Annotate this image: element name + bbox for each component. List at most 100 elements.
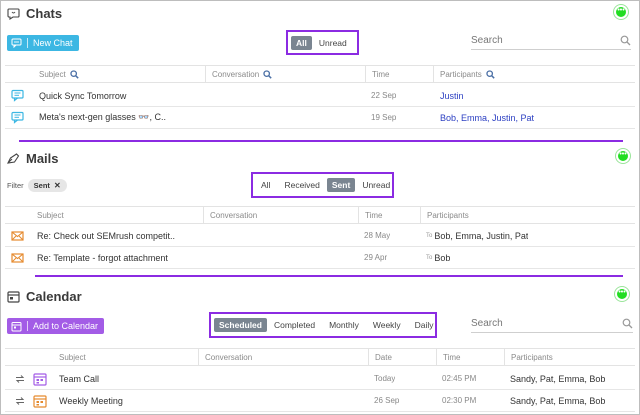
column-label: Participants xyxy=(511,352,553,362)
column-label: Participants xyxy=(427,210,469,220)
mails-tab-received[interactable]: Received xyxy=(279,178,324,192)
filter-label: Filter xyxy=(7,181,24,190)
table-row[interactable]: Re: Check out SEMrush competit.. 28 May … xyxy=(5,225,635,247)
column-label: Conversation xyxy=(210,210,258,220)
chat-message-icon xyxy=(11,107,24,128)
chats-search-input[interactable] xyxy=(471,35,591,46)
chat-message-icon xyxy=(11,85,24,106)
row-subject: Weekly Meeting xyxy=(59,395,123,406)
column-label: Subject xyxy=(59,352,86,362)
filter-chip-sent[interactable]: Sent ✕ xyxy=(27,179,67,192)
recurring-icon xyxy=(15,368,25,389)
mails-col-conversation: Conversation xyxy=(203,207,358,223)
chats-col-time: Time xyxy=(365,66,433,82)
chats-col-conversation: Conversation xyxy=(205,66,365,82)
mail-sent-icon xyxy=(11,247,24,268)
section-divider xyxy=(19,140,623,142)
chats-tab-all[interactable]: All xyxy=(291,35,312,50)
calendar-tab-scheduled[interactable]: Scheduled xyxy=(214,318,267,332)
close-icon[interactable]: ✕ xyxy=(54,181,61,190)
row-date: Today xyxy=(374,374,396,383)
calendar-event-icon xyxy=(33,368,47,389)
table-row[interactable]: Team Call Today 02:45 PM Sandy, Pat, Emm… xyxy=(5,368,635,390)
row-subject: Quick Sync Tomorrow xyxy=(39,90,127,101)
row-participants: To Bob xyxy=(426,247,450,268)
chats-more-options-icon[interactable]: ••• xyxy=(614,5,628,19)
mails-tab-unread[interactable]: Unread xyxy=(357,178,395,192)
calendar-event-icon xyxy=(33,390,47,411)
add-to-calendar-button[interactable]: Add to Calendar xyxy=(7,318,105,334)
search-icon[interactable] xyxy=(263,69,272,79)
column-label: Participants xyxy=(440,69,482,79)
chats-col-participants: Participants xyxy=(433,66,633,82)
chats-section-title: Chats xyxy=(7,6,62,21)
chats-title: Chats xyxy=(26,6,63,21)
chat-bubble-icon xyxy=(7,8,20,20)
table-row[interactable]: Re: Template - forgot attachment 29 Apr … xyxy=(5,247,635,269)
calendar-add-icon xyxy=(11,321,22,331)
button-separator xyxy=(27,321,28,331)
calendar-tab-daily[interactable]: Daily xyxy=(410,318,439,332)
calendar-col-conversation: Conversation xyxy=(198,349,368,365)
filter-chip-label: Sent xyxy=(33,181,50,190)
to-label: To xyxy=(426,232,433,239)
row-participants[interactable]: Justin xyxy=(440,85,464,106)
column-label: Time xyxy=(365,210,383,220)
calendar-search-input[interactable] xyxy=(471,318,591,329)
calendar-tab-completed[interactable]: Completed xyxy=(269,318,320,332)
row-conversation xyxy=(211,107,361,128)
calendar-icon xyxy=(7,291,20,303)
row-participants: Sandy, Pat, Emma, Bob xyxy=(510,395,606,406)
table-row[interactable]: Meta's next-gen glasses 👓, C.. 19 Sep Bo… xyxy=(5,107,635,129)
table-row[interactable]: Quick Sync Tomorrow 22 Sep Justin xyxy=(5,85,635,107)
calendar-more-options-icon[interactable]: ••• xyxy=(615,287,629,301)
add-to-calendar-label: Add to Calendar xyxy=(33,321,99,331)
row-conversation xyxy=(204,390,364,411)
calendar-search xyxy=(471,315,633,333)
calendar-table-header: Subject Conversation Date Time Participa… xyxy=(5,348,635,366)
row-date: 26 Sep xyxy=(374,396,400,405)
row-time: 28 May xyxy=(364,231,391,240)
mail-compose-icon xyxy=(7,153,20,164)
column-label: Time xyxy=(372,69,390,79)
chats-filter-tabs: All Unread xyxy=(286,30,359,55)
mails-col-subject: Subject xyxy=(31,207,203,223)
calendar-col-date: Date xyxy=(368,349,436,365)
mail-sent-icon xyxy=(11,225,24,246)
search-icon[interactable] xyxy=(486,69,495,79)
mails-tab-all[interactable]: All xyxy=(256,178,275,192)
chats-table-header: Subject Conversation Time Participants xyxy=(5,65,635,83)
calendar-col-participants: Participants xyxy=(504,349,632,365)
mails-col-time: Time xyxy=(358,207,420,223)
to-label: To xyxy=(426,254,433,261)
row-participants: To Bob, Emma, Justin, Pat xyxy=(426,225,528,246)
mails-tab-sent[interactable]: Sent xyxy=(326,178,356,192)
row-conversation xyxy=(204,368,364,389)
chats-search xyxy=(471,32,631,50)
mails-more-options-icon[interactable]: ••• xyxy=(616,149,630,163)
row-conversation xyxy=(209,225,354,246)
chats-col-subject: Subject xyxy=(33,66,205,82)
calendar-title: Calendar xyxy=(26,289,82,304)
row-time: 22 Sep xyxy=(371,91,397,100)
chat-add-icon xyxy=(11,38,22,48)
search-icon[interactable] xyxy=(622,318,633,329)
new-chat-button[interactable]: New Chat xyxy=(7,35,79,51)
mails-filter-tabs: All Received Sent Unread xyxy=(251,172,394,198)
calendar-section-title: Calendar xyxy=(7,289,82,304)
chats-tab-unread[interactable]: Unread xyxy=(314,36,352,50)
search-icon[interactable] xyxy=(70,69,79,79)
column-label: Subject xyxy=(39,69,66,79)
calendar-tab-monthly[interactable]: Monthly xyxy=(324,318,364,332)
row-participants[interactable]: Bob, Emma, Justin, Pat xyxy=(440,107,534,128)
mails-col-participants: Participants xyxy=(420,207,630,223)
row-time: 02:45 PM xyxy=(442,374,477,383)
column-label: Conversation xyxy=(205,352,253,362)
app-window: Chats ••• New Chat All Unread Subject Co… xyxy=(0,0,640,415)
row-time: 29 Apr xyxy=(364,253,388,262)
row-time: 02:30 PM xyxy=(442,396,477,405)
row-conversation xyxy=(209,247,354,268)
table-row[interactable]: Weekly Meeting 26 Sep 02:30 PM Sandy, Pa… xyxy=(5,390,635,412)
calendar-tab-weekly[interactable]: Weekly xyxy=(368,318,406,332)
search-icon[interactable] xyxy=(620,35,631,46)
